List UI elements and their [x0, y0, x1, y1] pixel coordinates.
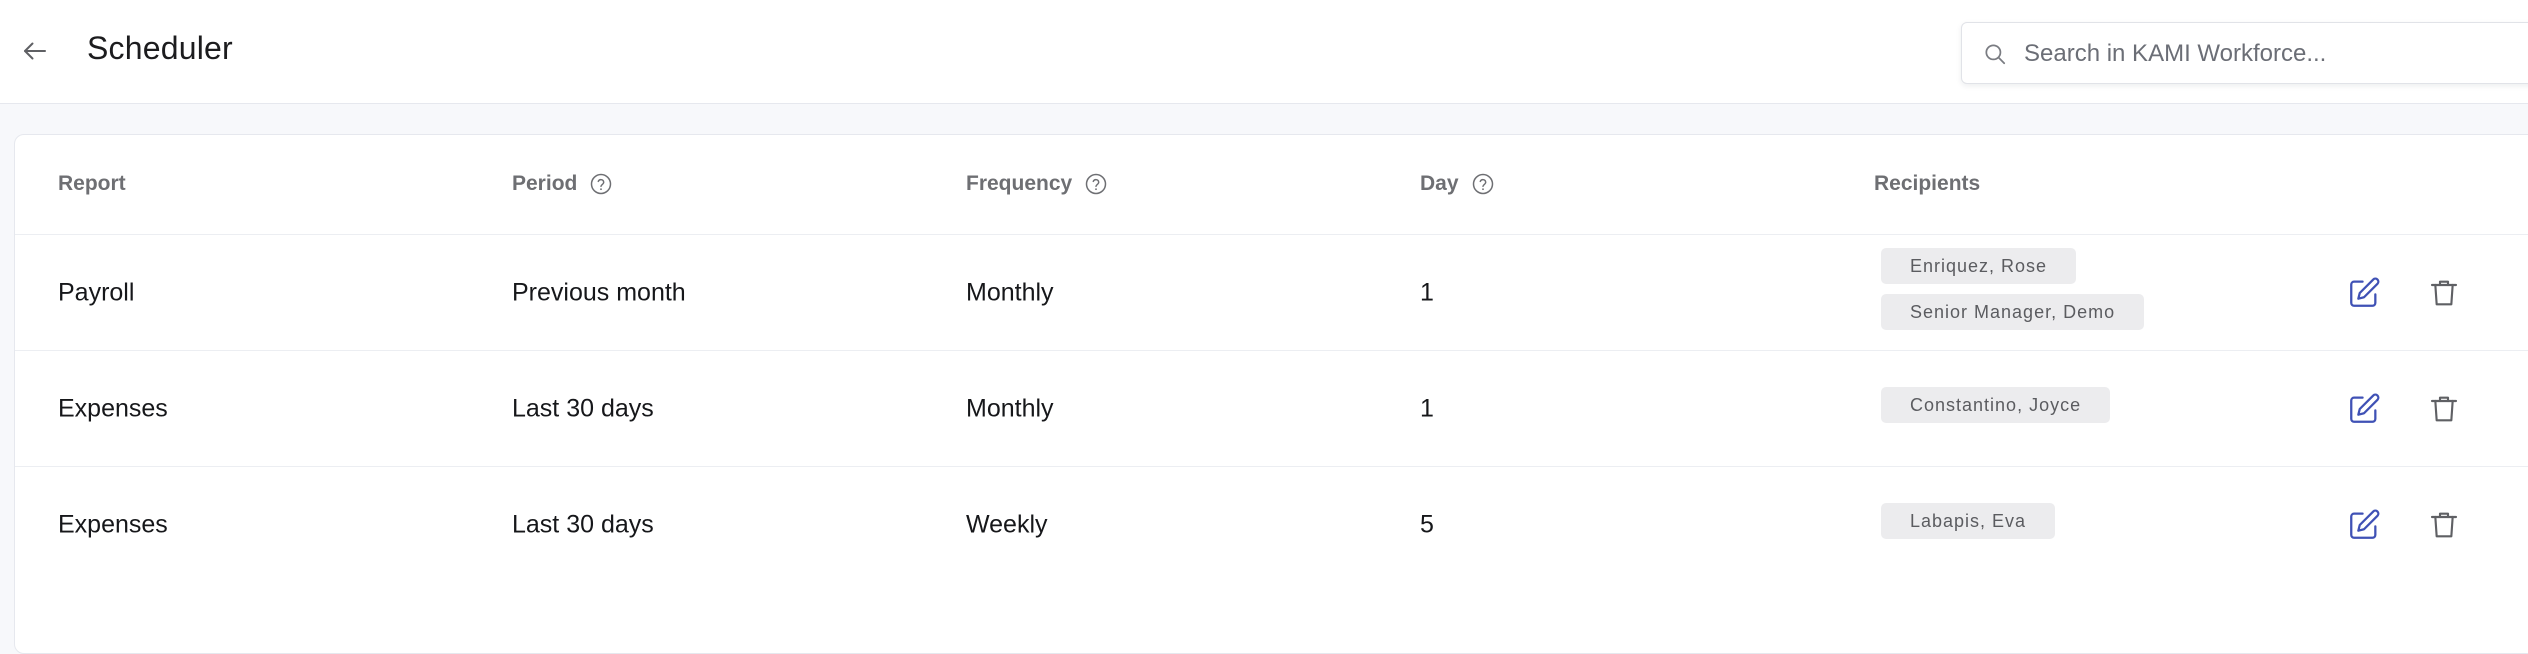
recipient-chip: Senior Manager, Demo	[1881, 294, 2145, 330]
recipients-list: Labapis, Eva	[1881, 503, 2056, 539]
search-icon	[1985, 44, 2006, 65]
cell-period: Previous month	[512, 278, 686, 306]
delete-button[interactable]	[2425, 506, 2463, 544]
cell-period: Last 30 days	[512, 394, 654, 422]
help-circle-icon[interactable]	[1471, 172, 1495, 196]
table-row: Payroll Previous month Monthly 1 Enrique…	[15, 235, 2528, 351]
recipient-chip: Enriquez, Rose	[1881, 248, 2077, 284]
cell-frequency: Weekly	[966, 510, 1048, 539]
cell-day: 1	[1420, 278, 1434, 306]
column-header-recipients: Recipients	[1874, 172, 1981, 195]
edit-button[interactable]	[2345, 506, 2383, 544]
delete-button[interactable]	[2425, 274, 2463, 312]
table-row: Expenses Last 30 days Monthly 1 Constant…	[15, 351, 2528, 467]
search-box[interactable]	[1961, 22, 2528, 84]
recipients-list: Constantino, Joyce	[1881, 387, 2111, 423]
edit-button[interactable]	[2345, 390, 2383, 428]
cell-report: Expenses	[58, 510, 168, 539]
edit-icon	[2350, 509, 2380, 539]
cell-day: 1	[1420, 394, 1434, 422]
column-header-report: Report	[58, 172, 126, 195]
recipient-chip: Labapis, Eva	[1881, 503, 2056, 539]
cell-frequency: Monthly	[966, 278, 1054, 306]
edit-icon	[2350, 277, 2380, 307]
cell-frequency: Monthly	[966, 394, 1054, 422]
table-header: Report Period Frequency Day Recipients	[15, 135, 2528, 235]
trash-icon	[2430, 396, 2458, 421]
cell-day: 5	[1420, 510, 1434, 539]
edit-button[interactable]	[2345, 274, 2383, 312]
trash-icon	[2430, 280, 2458, 305]
column-header-day: Day	[1420, 172, 1495, 196]
search-input[interactable]	[2024, 35, 2528, 73]
edit-icon	[2350, 393, 2380, 423]
column-header-frequency: Frequency	[966, 172, 1108, 196]
column-header-period: Period	[512, 172, 613, 196]
scheduler-table-card: Report Period Frequency Day Recipients P…	[14, 134, 2528, 654]
recipients-list: Enriquez, Rose Senior Manager, Demo	[1881, 248, 2145, 330]
back-button[interactable]	[18, 34, 52, 68]
top-bar: Scheduler	[0, 0, 2528, 104]
arrow-left-icon	[24, 42, 46, 60]
trash-icon	[2430, 512, 2458, 538]
cell-report: Payroll	[58, 278, 135, 306]
cell-report: Expenses	[58, 394, 168, 422]
recipient-chip: Constantino, Joyce	[1881, 387, 2111, 423]
help-circle-icon[interactable]	[1084, 172, 1108, 196]
delete-button[interactable]	[2425, 390, 2463, 428]
cell-period: Last 30 days	[512, 510, 654, 539]
table-row: Expenses Last 30 days Weekly 5 Labapis, …	[15, 467, 2528, 583]
help-circle-icon[interactable]	[589, 172, 613, 196]
page-title: Scheduler	[87, 30, 233, 66]
